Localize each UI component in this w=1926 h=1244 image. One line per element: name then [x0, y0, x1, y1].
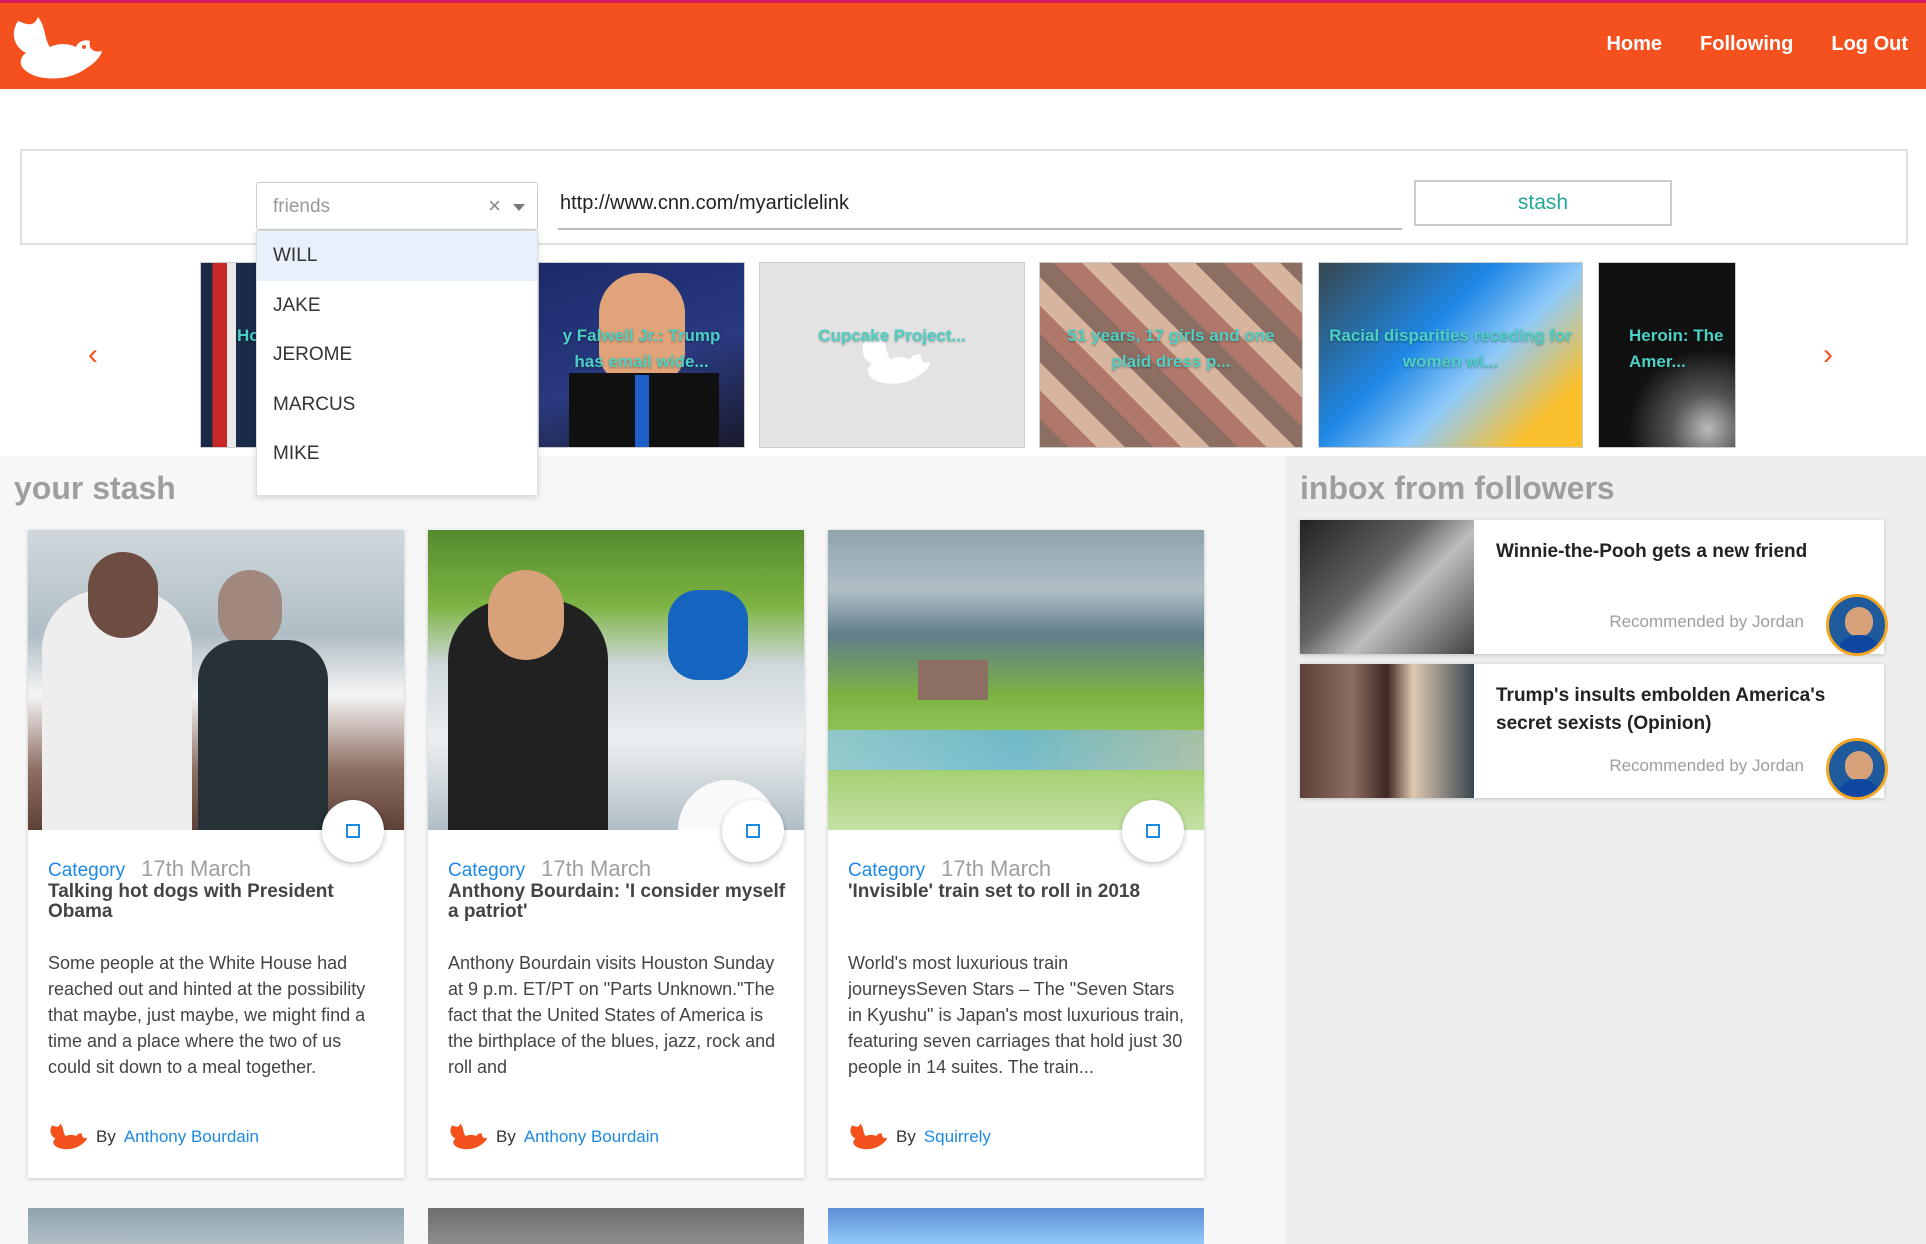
article-title[interactable]: 'Invisible' train set to roll in 2018: [848, 882, 1188, 902]
dropdown-option[interactable]: WILL: [257, 231, 537, 281]
article-card-peek[interactable]: [28, 1208, 404, 1244]
friends-dropdown-menu: WILL JAKE JEROME MARCUS MIKE PIKACHU: [256, 230, 538, 496]
carousel-next-icon[interactable]: ›: [1823, 338, 1833, 372]
article-category[interactable]: Category: [848, 860, 925, 881]
article-date: 17th March: [941, 856, 1052, 881]
author-link[interactable]: Anthony Bourdain: [124, 1127, 259, 1147]
checkbox-icon: [346, 824, 360, 838]
byline-prefix: By: [896, 1127, 916, 1146]
article-meta: Category 17th March: [448, 856, 651, 882]
article-image: [28, 530, 404, 830]
recommended-by: Recommended by Jordan: [1609, 612, 1804, 631]
dropdown-option[interactable]: JAKE: [257, 281, 537, 331]
dropdown-option[interactable]: MARCUS: [257, 380, 537, 430]
carousel-tile-caption: 51 years, 17 girls and one plaid dress p…: [1067, 326, 1275, 371]
carousel-tile[interactable]: y Falwell Jr.: Trump has email wide...: [538, 262, 745, 448]
inbox-thumbnail: [1300, 664, 1474, 798]
inbox-item-title[interactable]: Trump's insults embolden America's secre…: [1496, 682, 1856, 738]
article-byline: By Anthony Bourdain: [48, 1122, 259, 1152]
article-image: [828, 530, 1204, 830]
author-link[interactable]: Squirrely: [924, 1127, 991, 1147]
stash-toggle-button[interactable]: [322, 800, 384, 862]
stash-button[interactable]: stash: [1414, 180, 1672, 226]
squirrel-avatar-icon: [450, 1123, 488, 1150]
article-card[interactable]: Category 17th March 'Invisible' train set…: [828, 530, 1204, 1178]
carousel-tile[interactable]: 51 years, 17 girls and one plaid dress p…: [1039, 262, 1303, 448]
squirrel-logo-icon[interactable]: [8, 13, 104, 85]
author-link[interactable]: Anthony Bourdain: [524, 1127, 659, 1147]
inbox-item[interactable]: Trump's insults embolden America's secre…: [1300, 664, 1888, 800]
checkbox-icon: [746, 824, 760, 838]
carousel-tile-caption: Racial disparities receding for women wi…: [1329, 326, 1572, 371]
stash-toggle-button[interactable]: [1122, 800, 1184, 862]
article-url-input[interactable]: [558, 178, 1402, 230]
article-card[interactable]: Category 17th March Talking hot dogs with…: [28, 530, 404, 1178]
stash-heading: your stash: [14, 470, 176, 506]
dropdown-option[interactable]: MIKE: [257, 429, 537, 479]
article-title[interactable]: Talking hot dogs with President Obama: [48, 882, 388, 922]
recommended-by: Recommended by Jordan: [1609, 756, 1804, 775]
carousel-prev-icon[interactable]: ‹: [88, 338, 98, 372]
article-card-peek[interactable]: [428, 1208, 804, 1244]
article-card-peek[interactable]: [828, 1208, 1204, 1244]
squirrel-avatar-icon: [850, 1123, 888, 1150]
carousel-tile-caption: Heroin: The Amer...: [1629, 326, 1724, 371]
article-date: 17th March: [541, 856, 652, 881]
carousel-tile-caption: Ho...: [237, 326, 260, 345]
article-meta: Category 17th March: [848, 856, 1051, 882]
carousel-tile-caption: y Falwell Jr.: Trump has email wide...: [562, 326, 721, 371]
carousel-tile[interactable]: Heroin: The Amer...: [1598, 262, 1736, 448]
nav-home-link[interactable]: Home: [1606, 33, 1662, 56]
clear-selection-icon[interactable]: ×: [488, 193, 501, 219]
article-byline: By Squirrely: [848, 1122, 991, 1152]
inbox-item-title[interactable]: Winnie-the-Pooh gets a new friend: [1496, 538, 1856, 566]
carousel-tile[interactable]: Ho...: [200, 262, 260, 448]
article-description: Some people at the White House had reach…: [48, 953, 366, 1077]
article-category[interactable]: Category: [48, 860, 125, 881]
inbox-thumbnail: [1300, 520, 1474, 654]
inbox-item[interactable]: Winnie-the-Pooh gets a new friend Recomm…: [1300, 520, 1888, 656]
dropdown-option[interactable]: PIKACHU: [257, 479, 537, 496]
article-description: World's most luxurious train journeysSev…: [848, 953, 1184, 1077]
avatar[interactable]: [1826, 594, 1888, 656]
inbox-heading: inbox from followers: [1300, 470, 1615, 506]
dropdown-option[interactable]: JEROME: [257, 330, 537, 380]
article-meta: Category 17th March: [48, 856, 251, 882]
friends-select[interactable]: friends ×: [256, 182, 538, 230]
carousel-tile-caption: Cupcake Project...: [818, 326, 966, 345]
article-title[interactable]: Anthony Bourdain: 'I consider myself a p…: [448, 882, 788, 922]
nav-following-link[interactable]: Following: [1700, 33, 1793, 56]
byline-prefix: By: [496, 1127, 516, 1146]
article-card[interactable]: Category 17th March Anthony Bourdain: 'I …: [428, 530, 804, 1178]
carousel-tile[interactable]: Racial disparities receding for women wi…: [1318, 262, 1583, 448]
checkbox-icon: [1146, 824, 1160, 838]
avatar[interactable]: [1826, 738, 1888, 800]
top-navbar: Home Following Log Out: [0, 0, 1926, 89]
article-image: [428, 530, 804, 830]
nav-logout-link[interactable]: Log Out: [1831, 33, 1908, 56]
article-description: Anthony Bourdain visits Houston Sunday a…: [448, 953, 776, 1077]
carousel-tile[interactable]: Cupcake Project...: [759, 262, 1025, 448]
main-nav: Home Following Log Out: [1606, 33, 1908, 56]
article-category[interactable]: Category: [448, 860, 525, 881]
stash-toggle-button[interactable]: [722, 800, 784, 862]
article-byline: By Anthony Bourdain: [448, 1122, 659, 1152]
chevron-down-icon[interactable]: [513, 204, 525, 211]
friends-select-placeholder: friends: [273, 196, 331, 217]
article-date: 17th March: [141, 856, 252, 881]
byline-prefix: By: [96, 1127, 116, 1146]
squirrel-avatar-icon: [50, 1123, 88, 1150]
